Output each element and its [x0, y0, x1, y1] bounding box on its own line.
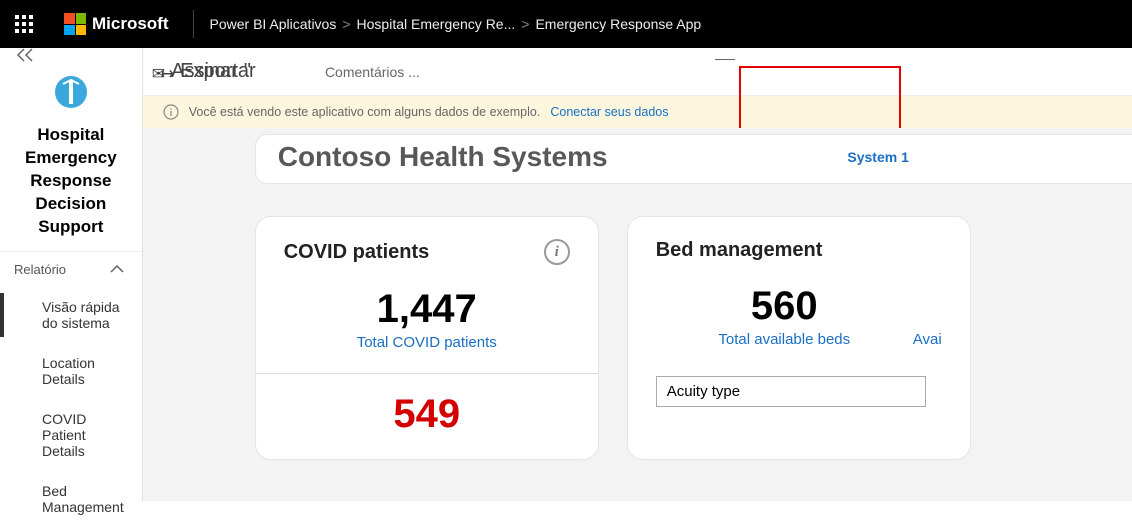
covid-total-value: 1,447	[284, 287, 570, 332]
nav-item-covid-patient-details[interactable]: COVID Patient Details	[0, 399, 142, 471]
covid-card-title: COVID patients	[284, 241, 430, 264]
crumb-workspace[interactable]: Hospital Emergency Re...	[357, 16, 516, 32]
crumb-powerbi[interactable]: Power BI Aplicativos	[210, 16, 337, 32]
medical-caduceus-icon	[49, 70, 93, 114]
subscribe-quote: "	[244, 60, 251, 83]
report-toolbar: ↦ Exportar ✉ Assinar " Comentários ...	[143, 48, 1132, 96]
app-launcher-icon[interactable]	[8, 8, 40, 40]
section-header-report[interactable]: Relatório	[0, 251, 142, 287]
beds-card-title: Bed management	[656, 239, 823, 262]
sidebar: Hospital Emergency Response Decision Sup…	[0, 48, 143, 501]
subscribe-label: Assinar	[171, 60, 238, 83]
covid-patients-card: COVID patients i 1,447 Total COVID patie…	[255, 216, 599, 460]
beds-total-label[interactable]: Total available beds	[656, 331, 913, 348]
acuity-type-dropdown[interactable]: Acuity type	[656, 376, 926, 407]
info-icon	[163, 104, 179, 120]
report-header-card: Contoso Health Systems System 1 All	[255, 134, 1132, 184]
mail-icon: ✉	[152, 64, 165, 84]
microsoft-logo: Microsoft	[64, 13, 169, 35]
comments-button[interactable]: Comentários ...	[325, 64, 420, 80]
divider	[193, 10, 194, 38]
report-canvas: Contoso Health Systems System 1 All COVI…	[143, 128, 1132, 501]
nav-item-system-overview[interactable]: Visão rápida do sistema	[0, 287, 142, 343]
connect-data-link[interactable]: Conectar seus dados	[550, 105, 668, 119]
covid-secondary-value: 549	[284, 392, 570, 437]
crumb-app[interactable]: Emergency Response App	[535, 16, 701, 32]
breadcrumb: Power BI Aplicativos > Hospital Emergenc…	[210, 16, 702, 32]
divider	[256, 373, 598, 374]
nav-item-bed-management[interactable]: Bed Management	[0, 471, 142, 527]
sample-data-banner: Você está vendo este aplicativo com algu…	[143, 96, 1132, 128]
app-logo	[0, 62, 142, 124]
nav-item-location-details[interactable]: Location Details	[0, 343, 142, 399]
bed-management-card: Bed management 560 Total available beds …	[627, 216, 971, 460]
chevron-up-icon	[110, 265, 124, 273]
covid-total-label[interactable]: Total COVID patients	[284, 334, 570, 351]
info-icon[interactable]: i	[544, 239, 570, 265]
app-title: Hospital Emergency Response Decision Sup…	[0, 124, 142, 251]
decorative-line	[715, 59, 735, 60]
banner-text: Você está vendo este aplicativo com algu…	[189, 105, 541, 119]
section-label: Relatório	[14, 262, 66, 277]
organization-title: Contoso Health Systems	[278, 141, 608, 173]
beds-total-value: 560	[656, 284, 913, 329]
collapse-sidebar-icon[interactable]	[16, 48, 36, 62]
beds-available-label-cut: Avai	[913, 331, 942, 348]
system-filter-link[interactable]: System 1	[847, 149, 908, 165]
